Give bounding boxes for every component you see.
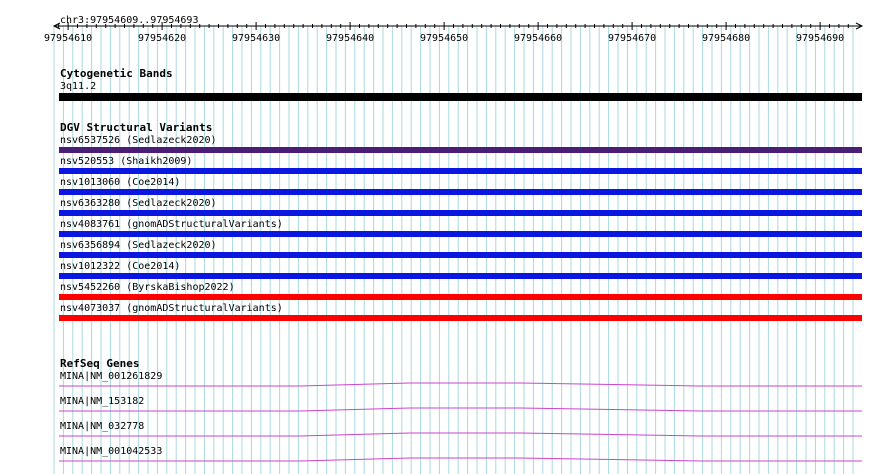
refseq-transcript-label[interactable]: MINA|NM_153182 — [60, 396, 144, 407]
dgv-variant-bar[interactable] — [59, 189, 862, 195]
dgv-feature-label[interactable]: nsv4083761 (gnomADStructuralVariants) — [60, 219, 283, 230]
dgv-variant-bar[interactable] — [59, 252, 862, 258]
dgv-feature-label[interactable]: nsv6356894 (Sedlazeck2020) — [60, 240, 217, 251]
track-title-cytoband[interactable]: Cytogenetic Bands — [60, 68, 173, 80]
ruler-tick-label: 97954690 — [796, 33, 845, 44]
track-title-refseq[interactable]: RefSeq Genes — [60, 358, 139, 370]
refseq-transcript-label[interactable]: MINA|NM_001261829 — [60, 371, 162, 382]
ruler-tick-label: 97954630 — [232, 33, 281, 44]
dgv-variant-bar[interactable] — [59, 294, 862, 300]
dgv-feature-label[interactable]: nsv6363280 (Sedlazeck2020) — [60, 198, 217, 209]
refseq-transcript-line[interactable] — [59, 457, 862, 462]
genome-browser-view: chr3:97954609..97954693 97954610 97954620… — [0, 0, 890, 474]
track-title-dgv[interactable]: DGV Structural Variants — [60, 122, 212, 134]
dgv-variant-bar[interactable] — [59, 147, 862, 153]
dgv-feature-label[interactable]: nsv1013060 (Coe2014) — [60, 177, 180, 188]
dgv-feature-label[interactable]: nsv4073037 (gnomADStructuralVariants) — [60, 303, 283, 314]
ruler-tick-label: 97954650 — [420, 33, 469, 44]
dgv-feature-label[interactable]: nsv1012322 (Coe2014) — [60, 261, 180, 272]
refseq-transcript-label[interactable]: MINA|NM_001042533 — [60, 446, 162, 457]
cytoband-bar[interactable] — [59, 93, 862, 101]
ruler-tick-label: 97954680 — [702, 33, 751, 44]
refseq-transcript-line[interactable] — [59, 382, 862, 387]
dgv-variant-bar[interactable] — [59, 273, 862, 279]
ruler-tick-label: 97954670 — [608, 33, 657, 44]
dgv-variant-bar[interactable] — [59, 168, 862, 174]
feature-bars — [59, 93, 862, 462]
refseq-transcript-line[interactable] — [59, 407, 862, 412]
refseq-transcript-line[interactable] — [59, 432, 862, 437]
dgv-feature-label[interactable]: nsv520553 (Shaikh2009) — [60, 156, 192, 167]
ruler-tick-label: 97954620 — [138, 33, 187, 44]
ruler-tick-label: 97954660 — [514, 33, 563, 44]
dgv-variant-bar[interactable] — [59, 231, 862, 237]
dgv-feature-label[interactable]: nsv6537526 (Sedlazeck2020) — [60, 135, 217, 146]
dgv-feature-label[interactable]: nsv5452260 (ByrskaBishop2022) — [60, 282, 235, 293]
ruler-tick-label: 97954610 — [44, 33, 93, 44]
dgv-variant-bar[interactable] — [59, 210, 862, 216]
refseq-transcript-label[interactable]: MINA|NM_032778 — [60, 421, 144, 432]
locus-label: chr3:97954609..97954693 — [60, 15, 199, 26]
ruler-tick-label: 97954640 — [326, 33, 375, 44]
dgv-variant-bar[interactable] — [59, 315, 862, 321]
cytoband-label[interactable]: 3q11.2 — [60, 81, 96, 92]
